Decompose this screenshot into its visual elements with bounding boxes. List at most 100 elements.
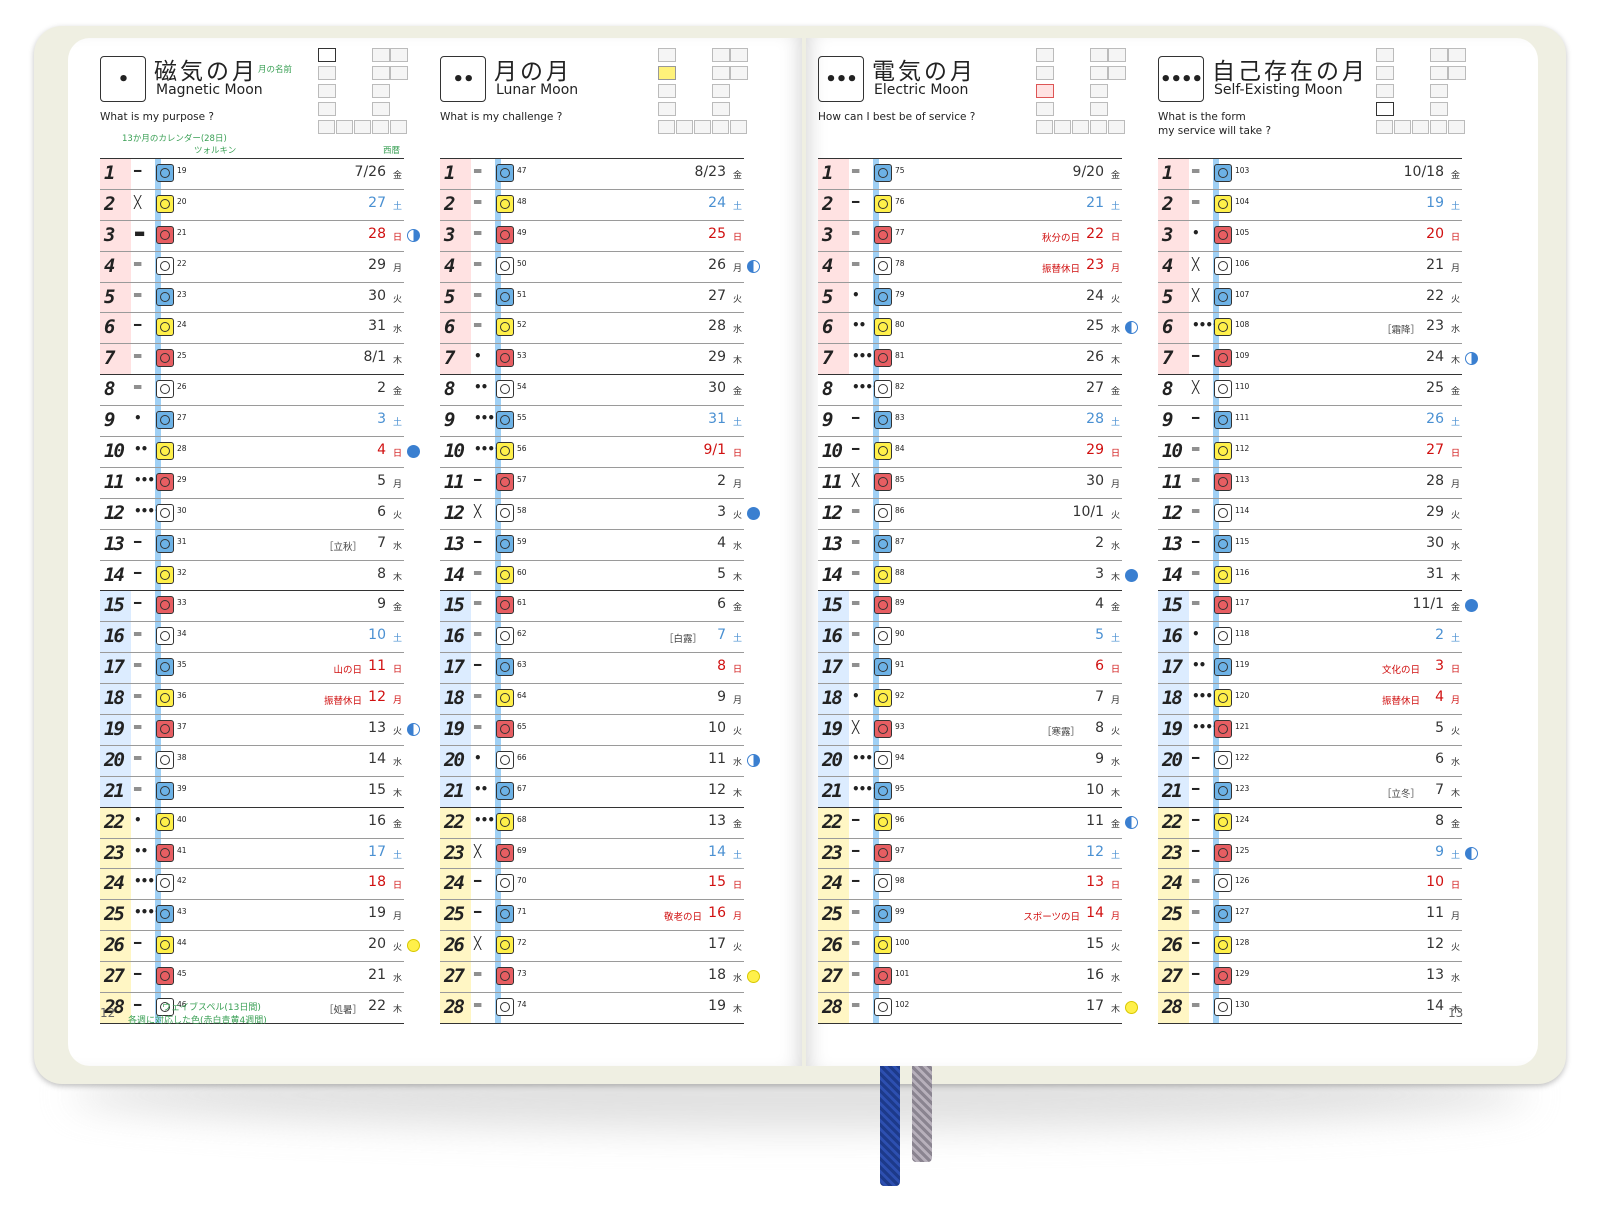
mini-map-cell xyxy=(1376,66,1394,80)
galactic-tone: •• xyxy=(474,781,488,796)
kin-number: 73 xyxy=(517,969,527,979)
weekday: 火 xyxy=(392,943,402,954)
day-number: 10 xyxy=(444,440,465,463)
day-number: 18 xyxy=(444,687,465,710)
galactic-tone: • xyxy=(474,349,482,364)
galactic-tone: ••• xyxy=(1192,689,1213,704)
kin-number: 63 xyxy=(517,660,527,670)
gregorian-date: 13 xyxy=(1086,874,1104,891)
gregorian-date: 11 xyxy=(1426,905,1444,922)
gregorian-date: 8 xyxy=(717,658,726,675)
kin-number: 71 xyxy=(517,907,527,917)
gregorian-date: 4 xyxy=(1435,689,1444,706)
solar-seal-icon xyxy=(156,843,174,862)
annot-tzolkin: ツォルキン xyxy=(194,146,237,156)
day-row: 12 •••• 30 6 火 xyxy=(100,498,404,530)
month-mini-map xyxy=(1376,48,1468,138)
day-row: 26 ═ 100 15 火 xyxy=(818,931,1122,963)
kin-number: 99 xyxy=(895,907,905,917)
gregorian-date: 5 xyxy=(377,472,386,489)
day-number: 1 xyxy=(822,162,834,184)
solar-seal-icon xyxy=(156,534,174,553)
solar-seal-icon xyxy=(1214,442,1232,461)
day-row: 7 ━ 109 24 木 xyxy=(1158,344,1478,376)
weekday: 火 xyxy=(1110,510,1120,521)
galactic-tone: ━ xyxy=(852,874,859,889)
galactic-tone: ━ xyxy=(852,442,859,457)
galactic-tone: ━ xyxy=(1192,534,1199,549)
galactic-tone: ═ xyxy=(474,720,481,735)
solar-seal-icon xyxy=(874,164,892,182)
day-number: 21 xyxy=(104,779,125,802)
day-row: 11 ••• 29 5 月 xyxy=(100,467,404,499)
mini-map-cell xyxy=(658,102,676,116)
gregorian-date: 24 xyxy=(1086,287,1104,304)
holiday-label: 秋分の日 xyxy=(1041,232,1080,244)
day-number: 10 xyxy=(104,440,125,463)
weekday: 月 xyxy=(1110,479,1120,490)
day-row: 8 ╳ 110 25 金 xyxy=(1158,375,1462,407)
galactic-tone: ═ xyxy=(1192,565,1199,580)
kin-number: 59 xyxy=(517,536,527,546)
kin-number: 127 xyxy=(1235,907,1250,917)
day-row: 8 •••• 82 27 金 xyxy=(818,375,1122,407)
weekday: 水 xyxy=(392,541,402,552)
gregorian-date: 31 xyxy=(368,318,386,335)
mini-map-cell xyxy=(1430,66,1448,80)
bookmark-ribbon-silver[interactable] xyxy=(912,1066,932,1162)
galactic-tone: • xyxy=(852,689,860,704)
kin-number: 68 xyxy=(517,814,527,824)
kin-number: 81 xyxy=(895,351,905,361)
weekday: 金 xyxy=(392,819,402,830)
day-row: 6 ═ 52 28 水 xyxy=(440,313,744,345)
solar-seal-icon xyxy=(1214,534,1232,553)
weekday: 水 xyxy=(1110,541,1120,552)
weekday: 木 xyxy=(392,1005,402,1016)
gregorian-date: 15 xyxy=(708,874,726,891)
annot-calendar13: 13か月のカレンダー(28日) xyxy=(122,134,227,144)
galactic-tone: ═ xyxy=(852,967,859,982)
solar-seal-icon xyxy=(496,905,514,924)
solar-seal-icon xyxy=(156,472,174,491)
galactic-tone: ═ xyxy=(852,998,859,1013)
kin-number: 108 xyxy=(1235,320,1250,330)
day-number: 8 xyxy=(444,378,456,401)
day-number: 27 xyxy=(822,965,843,988)
kin-number: 121 xyxy=(1235,722,1250,732)
day-row: 13 ━ 59 4 水 xyxy=(440,529,744,561)
moon-phase-icon xyxy=(1465,846,1478,860)
kin-number: 84 xyxy=(895,444,905,454)
mini-map-cell xyxy=(658,120,675,134)
galactic-tone: ━ xyxy=(474,658,481,673)
mini-map-cell xyxy=(676,120,693,134)
kin-number: 25 xyxy=(177,351,187,361)
mini-map-cell xyxy=(390,66,408,80)
day-number: 27 xyxy=(1162,965,1183,988)
kin-number: 77 xyxy=(895,227,905,237)
kin-number: 88 xyxy=(895,567,905,577)
kin-number: 104 xyxy=(1235,196,1250,206)
kin-number: 43 xyxy=(177,907,187,917)
galactic-tone: ═ xyxy=(134,781,141,796)
solar-seal-icon xyxy=(1214,411,1232,430)
solar-seal-icon xyxy=(496,380,514,399)
solar-seal-icon xyxy=(1214,998,1232,1017)
mini-map-cell xyxy=(1430,48,1448,62)
galactic-tone: ▬ xyxy=(134,225,145,240)
kin-number: 112 xyxy=(1235,444,1250,454)
bookmark-ribbon-blue[interactable] xyxy=(880,1066,900,1186)
galactic-tone: ═ xyxy=(1192,596,1199,611)
day-number: 2 xyxy=(104,192,116,215)
gregorian-date: 16 xyxy=(368,812,386,829)
day-number: 9 xyxy=(822,409,834,432)
weekday: 金 xyxy=(1450,171,1460,181)
month-number-box: ••• xyxy=(818,56,864,102)
day-table: 1 ═ 75 9/20 金 2 ━ 76 21 土 3 ═ 77 秋分の日 22 日 4 ═ 78 振替休日 23 月 5 •… xyxy=(818,158,1138,1024)
day-number: 3 xyxy=(822,223,834,246)
mini-map-cell xyxy=(390,120,407,134)
day-number: 6 xyxy=(822,316,834,339)
day-number: 9 xyxy=(104,409,116,432)
day-number: 15 xyxy=(104,594,125,617)
month-title-en: Lunar Moon xyxy=(496,82,579,98)
weekday: 日 xyxy=(732,449,742,460)
